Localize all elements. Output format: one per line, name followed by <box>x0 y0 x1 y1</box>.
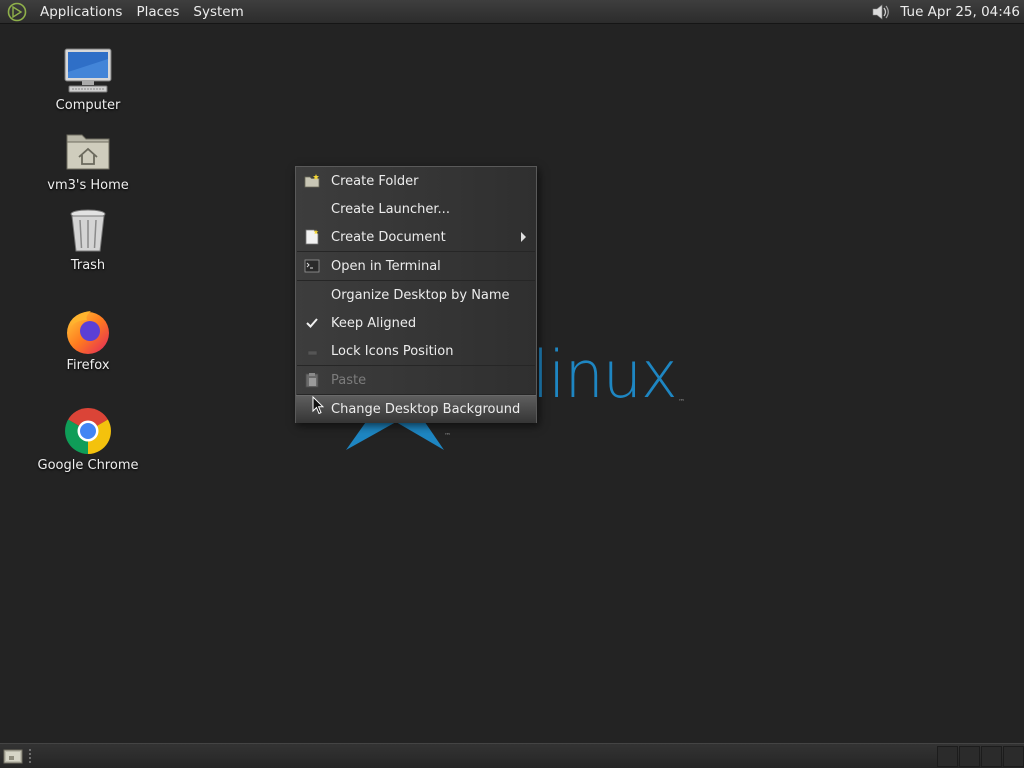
terminal-icon <box>304 259 320 273</box>
menu-item-label: Organize Desktop by Name <box>331 287 510 303</box>
menu-item-keep-aligned[interactable]: Keep Aligned <box>296 309 536 337</box>
trash-icon <box>70 209 106 252</box>
system-menu[interactable]: System <box>186 0 250 24</box>
show-desktop-icon[interactable] <box>3 748 23 765</box>
home-folder-icon <box>66 134 110 170</box>
desktop-icon-home[interactable]: vm3's Home <box>33 126 143 193</box>
workspace-2[interactable] <box>959 746 980 767</box>
applications-menu[interactable]: Applications <box>33 0 129 24</box>
menu-item-open-terminal[interactable]: Open in Terminal <box>296 252 536 280</box>
menu-item-label: Create Launcher... <box>331 201 450 217</box>
menu-item-paste: Paste <box>296 366 536 394</box>
desktop-icon-label: Google Chrome <box>37 458 139 473</box>
workspace-3[interactable] <box>981 746 1002 767</box>
desktop-icon-firefox[interactable]: Firefox <box>33 306 143 373</box>
mouse-cursor-icon <box>312 396 324 415</box>
desktop-icon-label: vm3's Home <box>47 178 129 193</box>
chrome-icon <box>65 408 111 454</box>
menu-item-create-document[interactable]: Create Document <box>296 223 536 251</box>
desktop-icon-chrome[interactable]: Google Chrome <box>33 406 143 473</box>
menu-item-create-folder[interactable]: Create Folder <box>296 167 536 195</box>
menu-item-organize-desktop[interactable]: Organize Desktop by Name <box>296 281 536 309</box>
desktop-context-menu: Create Folder Create Launcher... Create … <box>295 166 537 423</box>
new-folder-icon <box>304 174 320 188</box>
menu-item-label: Open in Terminal <box>331 258 441 274</box>
desktop-icon-computer[interactable]: Computer <box>33 46 143 113</box>
menu-item-label: Keep Aligned <box>331 315 417 331</box>
menu-item-label: Paste <box>331 372 367 388</box>
menu-item-label: Change Desktop Background <box>331 402 521 417</box>
unchecked-box-icon <box>307 350 318 356</box>
top-panel: Applications Places System Tue Apr 25, 0… <box>0 0 1024 24</box>
menu-item-label: Lock Icons Position <box>331 343 454 359</box>
workspace-1[interactable] <box>937 746 958 767</box>
desktop-icon-trash[interactable]: Trash <box>33 206 143 273</box>
wallpaper-text: linux <box>532 336 678 413</box>
menu-item-lock-icons[interactable]: Lock Icons Position <box>296 337 536 365</box>
volume-icon[interactable] <box>870 2 892 22</box>
panel-drag-handle[interactable] <box>28 748 32 765</box>
panel-tray: Tue Apr 25, 04:46 <box>870 0 1024 24</box>
desktop-icon-label: Firefox <box>66 358 110 373</box>
firefox-icon <box>67 311 109 354</box>
submenu-arrow-icon <box>521 232 526 242</box>
menu-item-label: Create Folder <box>331 173 419 189</box>
menu-item-create-launcher[interactable]: Create Launcher... <box>296 195 536 223</box>
computer-icon <box>64 48 112 93</box>
wallpaper-trademark-2: ™ <box>444 432 451 440</box>
menu-item-change-background[interactable]: Change Desktop Background <box>296 395 536 423</box>
menu-item-label: Create Document <box>331 229 446 245</box>
wallpaper-trademark: ™ <box>678 398 685 406</box>
desktop-icon-label: Computer <box>55 98 121 113</box>
bottom-panel <box>0 743 1024 768</box>
workspace-4[interactable] <box>1003 746 1024 767</box>
desktop-icon-label: Trash <box>70 258 106 273</box>
new-document-icon <box>305 229 319 245</box>
clock[interactable]: Tue Apr 25, 04:46 <box>900 4 1024 20</box>
places-menu[interactable]: Places <box>129 0 186 24</box>
checkmark-icon <box>306 318 318 328</box>
distro-logo-icon[interactable] <box>7 2 27 22</box>
paste-icon <box>305 373 319 388</box>
